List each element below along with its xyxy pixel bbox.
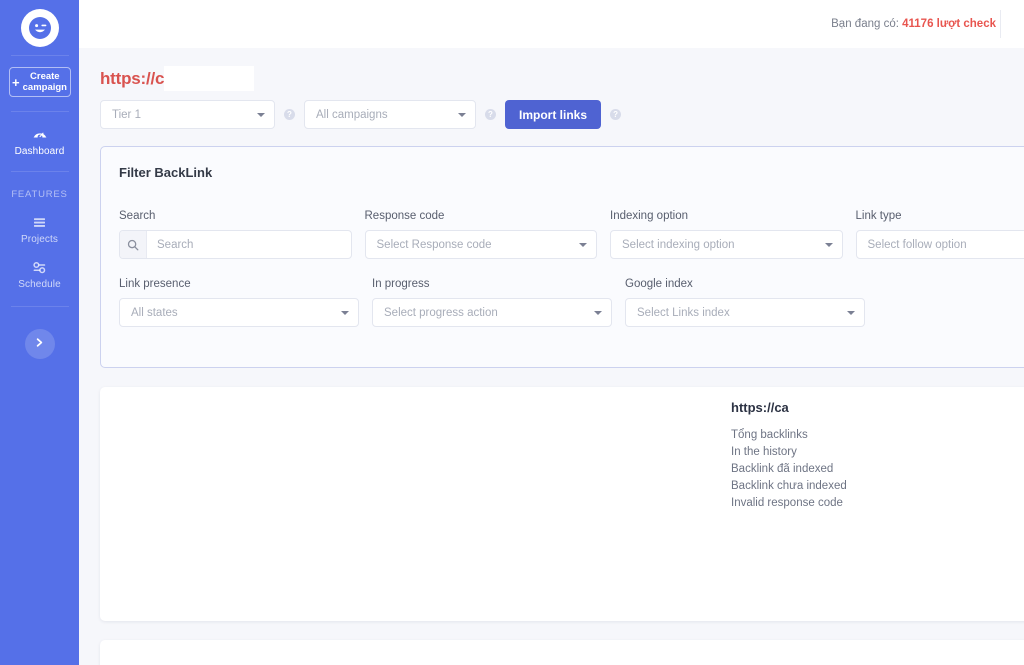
filter-label-in-progress: In progress: [372, 278, 430, 290]
chevron-down-icon: [257, 112, 265, 117]
chevron-down-icon: [341, 310, 349, 315]
filter-row-2: Link presence All states In progress Sel…: [119, 278, 1024, 327]
filter-label-link-presence: Link presence: [119, 278, 191, 290]
link-presence-select-value: All states: [131, 306, 178, 319]
in-progress-select[interactable]: Select progress action: [372, 298, 612, 327]
list-item: Backlink đã indexed: [731, 463, 834, 475]
help-icon-import[interactable]: ?: [610, 109, 622, 120]
speedometer-icon: [32, 126, 48, 142]
settings-sliders-icon: [32, 259, 47, 275]
sidebar-item-projects[interactable]: Projects: [0, 214, 79, 245]
chevron-down-icon: [824, 242, 833, 247]
link-type-select[interactable]: Select follow option: [855, 230, 1024, 259]
response-code-select[interactable]: Select Response code: [364, 230, 597, 259]
create-campaign-label-line2: campaign: [22, 82, 67, 93]
filter-field-response-code: Response code Select Response code: [364, 210, 597, 259]
filter-card-title: Filter BackLink: [119, 165, 213, 180]
redacted-url-block: [164, 66, 255, 91]
filter-field-in-progress: In progress Select progress action: [372, 278, 612, 327]
list-icon: [32, 214, 47, 230]
chevron-right-icon: [34, 335, 45, 353]
filter-label-google-index: Google index: [625, 278, 693, 290]
list-item: Tổng backlinks: [731, 429, 808, 441]
winking-face-logo-icon: [28, 16, 52, 40]
controls-row: Tier 1 ? All campaigns ? Import links ?: [79, 100, 1024, 129]
sidebar-divider-1: [10, 55, 69, 56]
page-title-row: https://c: [79, 48, 1024, 92]
help-icon-tier[interactable]: ?: [284, 109, 295, 120]
link-type-select-value: Select follow option: [867, 238, 967, 251]
chevron-down-icon: [594, 310, 602, 315]
tier-select[interactable]: Tier 1: [100, 100, 275, 129]
list-item: In the history: [731, 446, 797, 458]
page-content: https://c Tier 1 ? All campaigns ? Impor…: [79, 48, 1024, 665]
list-item: Backlink chưa indexed: [731, 480, 847, 492]
sidebar-divider-2: [10, 111, 69, 112]
campaign-select-value: All campaigns: [316, 108, 388, 121]
bottom-card: [100, 640, 1024, 665]
filter-label-indexing-option: Indexing option: [610, 210, 689, 222]
app-root: + Create campaign Dashboard FEATURES Pro…: [0, 0, 1024, 665]
sidebar-collapse-toggle[interactable]: [24, 329, 55, 359]
filter-label-response-code: Response code: [364, 210, 445, 222]
in-progress-select-value: Select progress action: [384, 306, 498, 319]
list-item: Invalid response code: [731, 497, 843, 509]
search-input-wrapper[interactable]: [119, 230, 352, 259]
chevron-down-icon: [847, 310, 855, 315]
google-index-select-value: Select Links index: [637, 306, 730, 319]
sidebar-item-projects-label: Projects: [21, 234, 58, 245]
topbar-divider: [1000, 10, 1001, 38]
backlink-stats-panel: https://ca Tổng backlinks In the history…: [731, 400, 847, 509]
page-title: https://c: [100, 68, 165, 88]
sidebar: + Create campaign Dashboard FEATURES Pro…: [0, 0, 79, 665]
response-code-select-value: Select Response code: [376, 238, 492, 251]
sidebar-item-dashboard[interactable]: Dashboard: [0, 126, 79, 157]
google-index-select[interactable]: Select Links index: [625, 298, 865, 327]
search-icon: [120, 231, 147, 258]
filter-field-link-type: Link type Select follow option: [855, 210, 1024, 259]
filter-row-1: Search Response code: [119, 210, 1024, 259]
credit-value: 41176 lượt check: [902, 18, 996, 30]
backlink-stats-card: https://ca Tổng backlinks In the history…: [100, 387, 1024, 621]
sidebar-item-schedule-label: Schedule: [18, 279, 61, 290]
create-campaign-button[interactable]: + Create campaign: [8, 67, 71, 97]
filter-label-link-type: Link type: [855, 210, 902, 222]
main-area: Bạn đang có: 41176 lượt check https://c …: [79, 0, 1024, 665]
create-campaign-label-line1: Create: [30, 71, 60, 82]
tier-select-value: Tier 1: [112, 108, 141, 121]
filter-backlink-card: Filter BackLink Search Search Response c…: [100, 146, 1024, 368]
app-logo[interactable]: [20, 9, 59, 47]
backlink-stats-list: Tổng backlinks In the history Backlink đ…: [731, 429, 847, 509]
top-bar: Bạn đang có: 41176 lượt check: [79, 0, 1024, 48]
filter-field-link-presence: Link presence All states: [119, 278, 359, 327]
backlink-stats-heading: https://ca: [731, 400, 789, 415]
import-links-button[interactable]: Import links: [505, 100, 602, 129]
credit-counter: Bạn đang có: 41176 lượt check: [831, 18, 996, 30]
sidebar-divider-4: [10, 306, 69, 307]
plus-icon: +: [12, 74, 20, 90]
filter-field-search: Search: [119, 210, 352, 259]
filter-label-search: Search: [119, 210, 156, 222]
search-input[interactable]: [147, 231, 351, 258]
sidebar-divider-3: [10, 171, 69, 172]
credit-label: Bạn đang có:: [831, 18, 903, 30]
link-presence-select[interactable]: All states: [119, 298, 359, 327]
filter-field-google-index: Google index Select Links index: [625, 278, 865, 327]
campaign-select[interactable]: All campaigns: [304, 100, 476, 129]
help-icon-campaign[interactable]: ?: [485, 109, 496, 120]
indexing-option-select[interactable]: Select indexing option: [610, 230, 843, 259]
filter-field-indexing-option: Indexing option Select indexing option: [610, 210, 843, 259]
indexing-option-select-value: Select indexing option: [622, 238, 735, 251]
chevron-down-icon: [458, 112, 466, 117]
sidebar-item-schedule[interactable]: Schedule: [0, 259, 79, 290]
sidebar-item-dashboard-label: Dashboard: [14, 146, 65, 157]
chevron-down-icon: [579, 242, 587, 247]
sidebar-section-features: FEATURES: [11, 189, 68, 200]
